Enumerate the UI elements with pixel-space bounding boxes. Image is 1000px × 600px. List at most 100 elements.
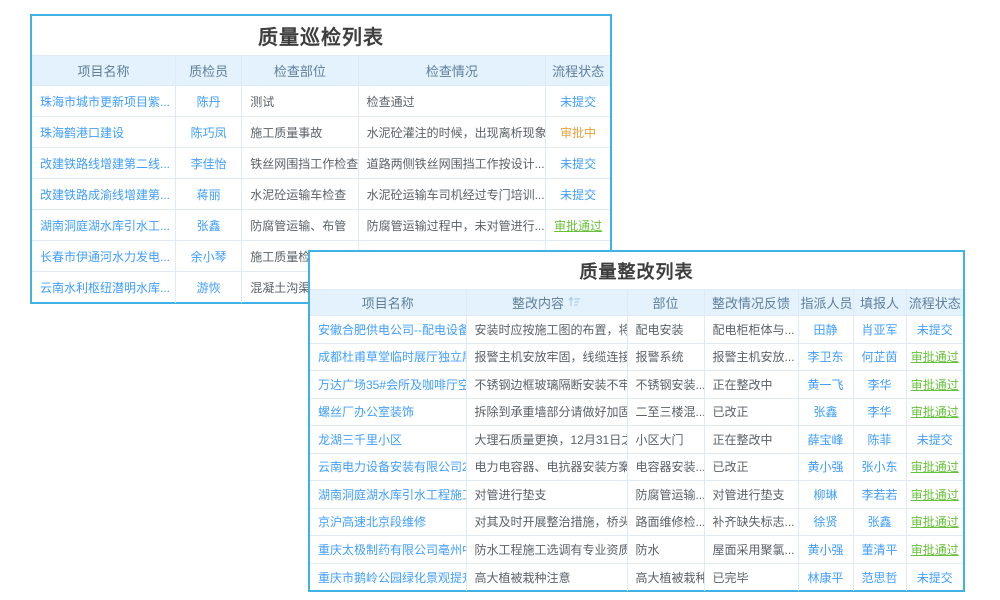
- inspector-link[interactable]: 余小琴: [191, 250, 227, 264]
- project-cell: 安徽合肥供电公司--配电设备...: [310, 316, 466, 344]
- assignee-link[interactable]: 田静: [813, 323, 837, 337]
- part-cell: 电容器安装...: [627, 453, 704, 481]
- rectify-table: 项目名称 整改内容 部位 整改情况反馈 指派人员 填: [310, 289, 963, 591]
- status-badge[interactable]: 审批通过: [911, 543, 959, 557]
- inspector-link[interactable]: 蒋丽: [197, 188, 221, 202]
- project-name-link[interactable]: 京沪高速北京段维修: [318, 515, 426, 529]
- status-badge[interactable]: 未提交: [917, 433, 953, 447]
- assignee-link[interactable]: 李卫东: [807, 350, 843, 364]
- feedback-cell: 对管进行垫支: [704, 481, 798, 509]
- assignee-link[interactable]: 黄小强: [807, 460, 843, 474]
- feedback-cell: 配电柜柜体与...: [704, 316, 798, 344]
- project-cell: 改建铁路成渝线增建第...: [32, 179, 175, 210]
- project-name-link[interactable]: 珠海市城市更新项目紫...: [40, 95, 170, 109]
- project-name-link[interactable]: 龙湖三千里小区: [318, 433, 402, 447]
- column-header-content[interactable]: 整改内容: [466, 290, 627, 316]
- reporter-link[interactable]: 董清平: [861, 543, 897, 557]
- project-name-link[interactable]: 重庆市鹅岭公园绿化景观提升...: [318, 571, 466, 585]
- assignee-link[interactable]: 张鑫: [813, 405, 837, 419]
- project-name-link[interactable]: 云南水利枢纽潜明水库...: [40, 281, 170, 295]
- status-badge[interactable]: 审批通过: [911, 515, 959, 529]
- project-name-link[interactable]: 湖南洞庭湖水库引水工...: [40, 219, 170, 233]
- situation-cell: 水泥砼灌注的时候，出现离析现象: [358, 117, 546, 148]
- status-cell: 未提交: [906, 563, 963, 591]
- reporter-link[interactable]: 李华: [867, 405, 891, 419]
- rectify-table-row: 云南电力设备安装有限公司20... 电力电容器、电抗器安装方案,... 电容器安…: [310, 453, 963, 481]
- column-header-status: 流程状态: [906, 290, 963, 316]
- reporter-link[interactable]: 张小东: [861, 460, 897, 474]
- assignee-link[interactable]: 薛宝峰: [807, 433, 843, 447]
- inspector-link[interactable]: 游恢: [197, 281, 221, 295]
- project-name-link[interactable]: 成都杜甫草堂临时展厅独立展...: [318, 350, 466, 364]
- status-badge[interactable]: 未提交: [560, 188, 596, 202]
- status-cell: 审批中: [546, 117, 610, 148]
- reporter-cell: 范思哲: [853, 563, 906, 591]
- inspector-cell: 陈巧凤: [175, 117, 241, 148]
- inspector-link[interactable]: 李佳怡: [191, 157, 227, 171]
- project-name-link[interactable]: 安徽合肥供电公司--配电设备...: [318, 323, 466, 337]
- status-badge[interactable]: 审批通过: [554, 219, 602, 233]
- assignee-link[interactable]: 黄小强: [807, 543, 843, 557]
- project-name-link[interactable]: 改建铁路线增建第二线...: [40, 157, 170, 171]
- status-cell: 未提交: [546, 86, 610, 117]
- reporter-link[interactable]: 范思哲: [861, 571, 897, 585]
- reporter-link[interactable]: 李若若: [861, 488, 897, 502]
- assignee-cell: 黄小强: [798, 536, 853, 564]
- project-name-link[interactable]: 改建铁路成渝线增建第...: [40, 188, 170, 202]
- part-cell: 二至三楼混...: [627, 398, 704, 426]
- project-name-link[interactable]: 湖南洞庭湖水库引水工程施工I标: [318, 488, 466, 502]
- inspector-link[interactable]: 张鑫: [197, 219, 221, 233]
- reporter-cell: 李华: [853, 398, 906, 426]
- project-name-link[interactable]: 万达广场35#会所及咖啡厅空...: [318, 378, 466, 392]
- status-badge[interactable]: 未提交: [560, 157, 596, 171]
- status-cell: 审批通过: [906, 371, 963, 399]
- project-cell: 改建铁路线增建第二线...: [32, 148, 175, 179]
- project-name-link[interactable]: 云南电力设备安装有限公司20...: [318, 460, 466, 474]
- inspector-cell: 蒋丽: [175, 179, 241, 210]
- assignee-cell: 柳琳: [798, 481, 853, 509]
- content-cell: 高大植被栽种注意: [466, 563, 627, 591]
- inspection-table-row: 珠海鹤港口建设 陈巧凤 施工质量事故 水泥砼灌注的时候，出现离析现象 审批中: [32, 117, 610, 148]
- status-badge[interactable]: 审批通过: [911, 405, 959, 419]
- content-cell: 大理石质量更换，12月31日之...: [466, 426, 627, 454]
- status-badge[interactable]: 未提交: [560, 95, 596, 109]
- reporter-link[interactable]: 何芷茵: [861, 350, 897, 364]
- project-name-link[interactable]: 螺丝厂办公室装饰: [318, 405, 414, 419]
- reporter-link[interactable]: 陈菲: [867, 433, 891, 447]
- status-badge[interactable]: 审批通过: [911, 350, 959, 364]
- assignee-link[interactable]: 林康平: [807, 571, 843, 585]
- rectify-table-row: 京沪高速北京段维修 对其及时开展整治措施，桥头... 路面维修检... 补齐缺失…: [310, 508, 963, 536]
- reporter-link[interactable]: 张鑫: [867, 515, 891, 529]
- inspector-cell: 游恢: [175, 272, 241, 303]
- status-badge[interactable]: 审批通过: [911, 488, 959, 502]
- part-cell: 路面维修检...: [627, 508, 704, 536]
- status-badge[interactable]: 未提交: [917, 571, 953, 585]
- assignee-link[interactable]: 柳琳: [813, 488, 837, 502]
- status-badge[interactable]: 审批通过: [911, 378, 959, 392]
- project-name-link[interactable]: 重庆太极制药有限公司亳州中...: [318, 543, 466, 557]
- assignee-link[interactable]: 黄一飞: [807, 378, 843, 392]
- project-name-link[interactable]: 珠海鹤港口建设: [40, 126, 124, 140]
- inspector-link[interactable]: 陈丹: [197, 95, 221, 109]
- project-name-link[interactable]: 长春市伊通河水力发电...: [40, 250, 170, 264]
- rectify-table-row: 重庆市鹅岭公园绿化景观提升... 高大植被栽种注意 高大植被栽种 已完毕 林康平…: [310, 563, 963, 591]
- assignee-link[interactable]: 徐贤: [813, 515, 837, 529]
- status-badge[interactable]: 审批中: [560, 126, 596, 140]
- reporter-link[interactable]: 李华: [867, 378, 891, 392]
- reporter-cell: 何芷茵: [853, 343, 906, 371]
- inspector-link[interactable]: 陈巧凤: [191, 126, 227, 140]
- inspection-table-row: 湖南洞庭湖水库引水工... 张鑫 防腐管运输、布管 防腐管运输过程中，未对管进行…: [32, 210, 610, 241]
- status-badge[interactable]: 审批通过: [911, 460, 959, 474]
- part-cell: 铁丝网围挡工作检查: [242, 148, 358, 179]
- sort-icon[interactable]: [568, 295, 581, 310]
- column-header-reporter: 填报人: [853, 290, 906, 316]
- status-badge[interactable]: 未提交: [917, 323, 953, 337]
- assignee-cell: 张鑫: [798, 398, 853, 426]
- inspection-table-row: 改建铁路成渝线增建第... 蒋丽 水泥砼运输车检查 水泥砼运输车司机经过专门培训…: [32, 179, 610, 210]
- status-cell: 审批通过: [906, 508, 963, 536]
- reporter-cell: 李若若: [853, 481, 906, 509]
- project-cell: 长春市伊通河水力发电...: [32, 241, 175, 272]
- assignee-cell: 徐贤: [798, 508, 853, 536]
- reporter-link[interactable]: 肖亚军: [861, 323, 897, 337]
- feedback-cell: 正在整改中: [704, 371, 798, 399]
